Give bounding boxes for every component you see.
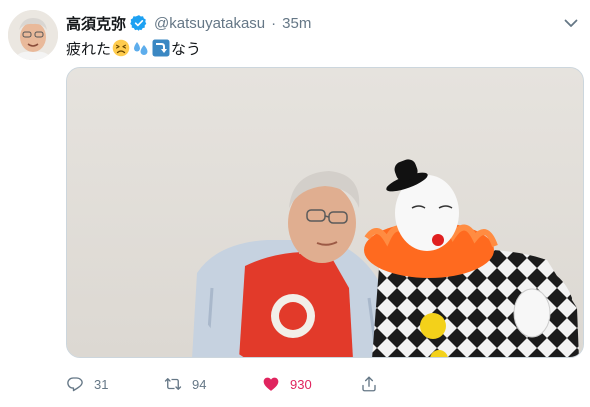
tweet[interactable]: 高須克弥 @katsuyatakasu · 35m 疲れた なう 31 94 9…	[0, 0, 590, 407]
chevron-down-icon[interactable]	[562, 14, 580, 32]
tweet-header: 高須克弥 @katsuyatakasu · 35m	[66, 10, 311, 36]
verified-badge-icon	[130, 14, 148, 32]
reply-count: 31	[94, 376, 109, 392]
retweet-icon	[164, 375, 182, 393]
retweet-count: 94	[192, 376, 207, 392]
share-button[interactable]	[360, 372, 378, 396]
tweet-photo[interactable]	[66, 67, 584, 358]
reply-button[interactable]: 31	[66, 372, 108, 396]
tweet-text: 疲れた なう	[66, 37, 201, 59]
share-icon	[360, 375, 378, 393]
like-count: 930	[290, 376, 312, 392]
avatar[interactable]	[8, 10, 58, 60]
photo-image	[67, 68, 583, 357]
tweet-text-prefix: 疲れた	[66, 39, 112, 58]
avatar-image	[8, 10, 58, 60]
sweat-droplets-emoji	[132, 39, 150, 57]
retweet-button[interactable]: 94	[164, 372, 206, 396]
heart-icon	[262, 375, 280, 393]
right-arrow-curving-down-emoji	[152, 39, 170, 57]
tired-face-emoji	[112, 39, 130, 57]
user-handle[interactable]: @katsuyatakasu	[154, 15, 265, 32]
reply-icon	[66, 375, 84, 393]
like-button[interactable]: 930	[262, 372, 312, 396]
timestamp[interactable]: 35m	[282, 15, 311, 32]
tweet-actions: 31 94 930	[66, 372, 584, 396]
separator-dot: ·	[271, 14, 277, 32]
tweet-text-suffix: なう	[171, 39, 202, 58]
display-name[interactable]: 高須克弥	[66, 13, 126, 34]
